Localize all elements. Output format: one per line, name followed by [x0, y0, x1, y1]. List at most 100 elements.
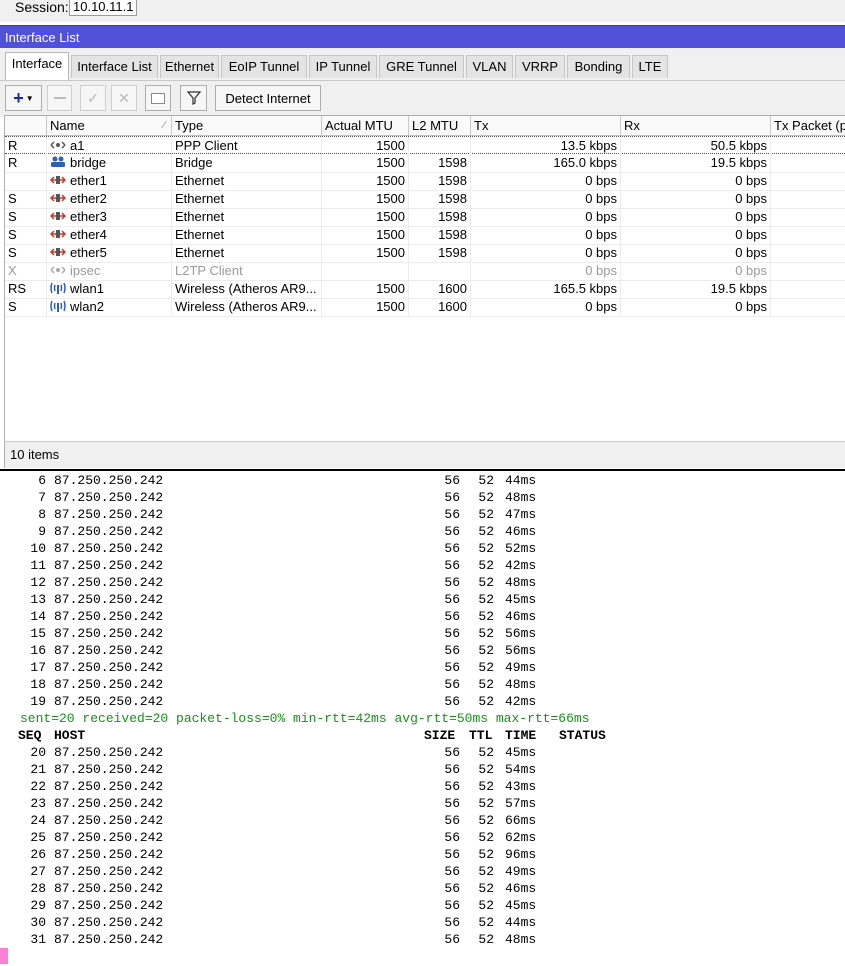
tab-eoip-tunnel[interactable]: EoIP Tunnel — [221, 55, 307, 78]
ping-ttl: 52 — [478, 541, 494, 556]
table-row[interactable]: Rbridge Bridge 1500 1598 165.0 kbps 19.5 kbps — [5, 154, 845, 173]
col-tx[interactable]: Tx — [471, 116, 621, 135]
col-name[interactable]: Name ∕ — [47, 116, 172, 135]
tab-interface-list[interactable]: Interface List — [71, 55, 158, 78]
ping-host: 87.250.250.242 — [54, 932, 164, 947]
ethernet-icon — [49, 245, 67, 257]
cell-name: ether3 — [47, 208, 172, 226]
filter-button[interactable] — [180, 85, 207, 111]
table-row[interactable]: Ra1 PPP Client 1500 13.5 kbps 50.5 kbps — [5, 136, 845, 155]
bridge-icon — [50, 155, 66, 167]
ping-seq: 21 — [30, 762, 46, 777]
ping-ttl: 52 — [478, 796, 494, 811]
ping-size: 56 — [444, 643, 460, 658]
add-button[interactable]: + ▼ — [5, 85, 42, 111]
cell-tx: 0 bps — [471, 226, 621, 244]
tab-vrrp[interactable]: VRRP — [515, 55, 565, 78]
ping-host: 87.250.250.242 — [54, 796, 164, 811]
tab-vlan[interactable]: VLAN — [466, 55, 513, 78]
window-title-bar[interactable]: Interface List — [0, 25, 845, 49]
cell-actual-mtu: 1500 — [322, 190, 409, 208]
tab-bonding[interactable]: Bonding — [567, 55, 630, 78]
interface-name: ether1 — [70, 173, 107, 188]
ping-host: 87.250.250.242 — [54, 677, 164, 692]
tab-ethernet[interactable]: Ethernet — [160, 55, 219, 78]
ping-ttl: 52 — [478, 864, 494, 879]
table-row[interactable]: Swlan2 Wireless (Atheros AR9... 1500 1600 0 … — [5, 298, 845, 317]
table-row[interactable]: Sether5 Ethernet 1500 1598 0 bps 0 bps — [5, 244, 845, 263]
interface-name: wlan1 — [70, 281, 104, 296]
cell-type: Ethernet — [172, 226, 322, 244]
ping-ttl: 52 — [478, 490, 494, 505]
terminal-cursor — [0, 948, 8, 964]
ping-host: 87.250.250.242 — [54, 660, 164, 675]
tab-interface[interactable]: Interface — [5, 52, 69, 80]
ping-host: 87.250.250.242 — [54, 864, 164, 879]
col-rx[interactable]: Rx — [621, 116, 771, 135]
table-row[interactable]: RS wlan1 Wireless (Atheros AR9... 1500 1600 1… — [5, 280, 845, 299]
header-time: TIME — [505, 728, 537, 743]
cell-type: Ethernet — [172, 190, 322, 208]
session-field[interactable]: 10.10.11.1 — [69, 0, 138, 16]
ping-ttl: 52 — [478, 932, 494, 947]
cell-actual-mtu: 1500 — [322, 244, 409, 262]
remove-button[interactable] — [47, 85, 72, 111]
detect-internet-button[interactable]: Detect Internet — [215, 85, 321, 111]
table-row[interactable]: Sether3 Ethernet 1500 1598 0 bps 0 bps — [5, 208, 845, 227]
interface-name: bridge — [70, 155, 107, 170]
interface-name: ether4 — [70, 227, 107, 242]
cell-type: Ethernet — [172, 208, 322, 226]
ping-seq: 19 — [30, 694, 46, 709]
cell-rx: 0 bps — [621, 208, 771, 226]
ping-host: 87.250.250.242 — [54, 541, 164, 556]
header-seq: SEQ — [18, 728, 42, 743]
ping-time: 62ms — [505, 830, 537, 845]
table-row[interactable]: ether1 Ethernet 1500 1598 0 bps 0 bps — [5, 172, 845, 191]
ping-seq: 18 — [30, 677, 46, 692]
col-tx-packet[interactable]: Tx Packet (p — [771, 116, 845, 135]
table-row[interactable]: Sether2 Ethernet 1500 1598 0 bps 0 bps — [5, 190, 845, 209]
ping-ttl: 52 — [478, 915, 494, 930]
disable-button[interactable]: ✕ — [111, 85, 137, 111]
header-status: STATUS — [559, 728, 606, 743]
ping-size: 56 — [444, 796, 460, 811]
ping-host: 87.250.250.242 — [54, 898, 164, 913]
tab-gre-tunnel[interactable]: GRE Tunnel — [379, 55, 464, 78]
session-bar: Session: 10.10.11.1 — [0, 0, 845, 22]
cell-name: a1 — [47, 137, 172, 155]
cell-name: ether1 — [47, 172, 172, 190]
table-row[interactable]: Sether4 Ethernet 1500 1598 0 bps 0 bps — [5, 226, 845, 245]
cell-rx: 0 bps — [621, 172, 771, 190]
ping-size: 56 — [444, 626, 460, 641]
ping-time: 49ms — [505, 660, 537, 675]
ethernet-icon — [49, 191, 67, 203]
filter-icon — [186, 91, 201, 105]
interface-table: Name ∕ Type Actual MTU L2 MTU Tx Rx Tx P… — [4, 115, 845, 442]
enable-button[interactable]: ✓ — [80, 85, 106, 111]
ping-host: 87.250.250.242 — [54, 762, 164, 777]
col-actual-mtu[interactable]: Actual MTU — [322, 116, 409, 135]
comment-icon — [151, 92, 165, 104]
cell-rx: 0 bps — [621, 244, 771, 262]
header-ttl: TTL — [469, 728, 493, 743]
ping-seq: 7 — [38, 490, 46, 505]
ping-size: 56 — [444, 490, 460, 505]
ping-host: 87.250.250.242 — [54, 626, 164, 641]
tab-ip-tunnel[interactable]: IP Tunnel — [309, 55, 377, 78]
col-l2-mtu[interactable]: L2 MTU — [409, 116, 471, 135]
terminal-output[interactable]: 6 87.250.250.242 56 52 44ms 7 87.250.250.242 56… — [0, 472, 845, 966]
ping-ttl: 52 — [478, 779, 494, 794]
cell-tx: 0 bps — [471, 244, 621, 262]
ethernet-icon — [49, 209, 67, 221]
cell-type: Ethernet — [172, 244, 322, 262]
ping-ttl: 52 — [478, 592, 494, 607]
ping-time: 45ms — [505, 898, 537, 913]
comment-button[interactable] — [145, 85, 171, 111]
status-bar: 10 items — [4, 441, 845, 468]
tab-lte[interactable]: LTE — [632, 55, 668, 78]
cell-l2-mtu — [409, 262, 471, 280]
table-row[interactable]: Xipsec L2TP Client 0 bps 0 bps — [5, 262, 845, 281]
cell-l2-mtu: 1600 — [409, 298, 471, 316]
col-type[interactable]: Type — [172, 116, 322, 135]
col-flags[interactable] — [5, 116, 47, 135]
